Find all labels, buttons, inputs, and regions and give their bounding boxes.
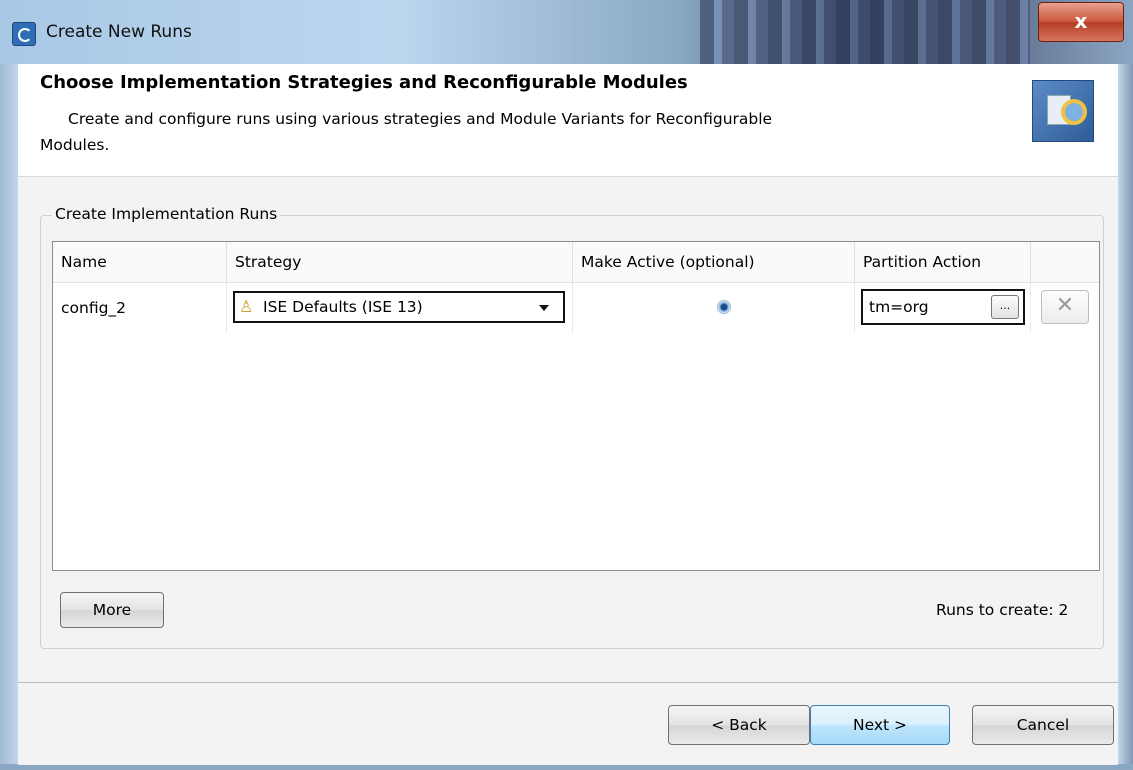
close-button[interactable]: x <box>1038 2 1124 42</box>
make-active-radio[interactable] <box>717 300 731 314</box>
browse-button[interactable]: ... <box>991 295 1019 319</box>
runs-table: Name Strategy Make Active (optional) Par… <box>52 241 1100 571</box>
delete-run-button[interactable]: ✕ <box>1041 290 1089 324</box>
column-header-partition-action[interactable]: Partition Action <box>855 242 1031 282</box>
window-frame-left <box>0 64 18 770</box>
chevron-down-icon[interactable] <box>539 305 549 311</box>
create-runs-wizard-icon <box>1032 80 1094 142</box>
wizard-body: Create Implementation Runs Name Strategy… <box>18 177 1118 682</box>
page-description: Create and configure runs using various … <box>40 106 948 158</box>
partition-action-field[interactable]: tm=org ... <box>861 289 1025 325</box>
group-label: Create Implementation Runs <box>52 205 281 223</box>
delete-cell: ✕ <box>1031 283 1099 333</box>
back-button[interactable]: < Back <box>668 705 810 745</box>
app-icon <box>12 22 36 46</box>
window-title: Create New Runs <box>46 22 192 42</box>
magnifier-icon <box>1061 99 1087 125</box>
strategy-pawn-icon: ♙ <box>239 297 254 316</box>
partition-action-cell: tm=org ... <box>855 283 1031 333</box>
strategy-cell: ♙ ISE Defaults (ISE 13) <box>227 283 573 333</box>
strategy-dropdown[interactable]: ♙ ISE Defaults (ISE 13) <box>233 291 565 323</box>
column-header-name[interactable]: Name <box>53 242 227 282</box>
column-header-delete <box>1031 242 1099 282</box>
page-title: Choose Implementation Strategies and Rec… <box>40 72 688 93</box>
strategy-value: ISE Defaults (ISE 13) <box>263 298 423 316</box>
description-line-2: Modules. <box>40 136 110 154</box>
cancel-button[interactable]: Cancel <box>972 705 1114 745</box>
create-new-runs-dialog: Create New Runs x Choose Implementation … <box>0 0 1133 770</box>
description-line-1: Create and configure runs using various … <box>68 110 773 128</box>
make-active-cell <box>573 283 855 333</box>
title-bar-background <box>700 0 1030 64</box>
table-header: Name Strategy Make Active (optional) Par… <box>53 242 1099 283</box>
title-bar[interactable]: Create New Runs x <box>0 0 1133 64</box>
column-header-make-active[interactable]: Make Active (optional) <box>573 242 855 282</box>
runs-to-create-label: Runs to create: 2 <box>936 601 1069 619</box>
wizard-footer: < Back Next > Cancel <box>18 682 1118 765</box>
more-button[interactable]: More <box>60 592 164 628</box>
column-header-strategy[interactable]: Strategy <box>227 242 573 282</box>
partition-action-value: tm=org <box>869 298 929 316</box>
table-row[interactable]: config_2 ♙ ISE Defaults (ISE 13) tm=org … <box>53 283 1099 333</box>
window-frame-right <box>1118 64 1133 770</box>
run-name-cell[interactable]: config_2 <box>53 283 227 333</box>
wizard-header: Choose Implementation Strategies and Rec… <box>18 64 1118 177</box>
next-button[interactable]: Next > <box>810 705 950 745</box>
